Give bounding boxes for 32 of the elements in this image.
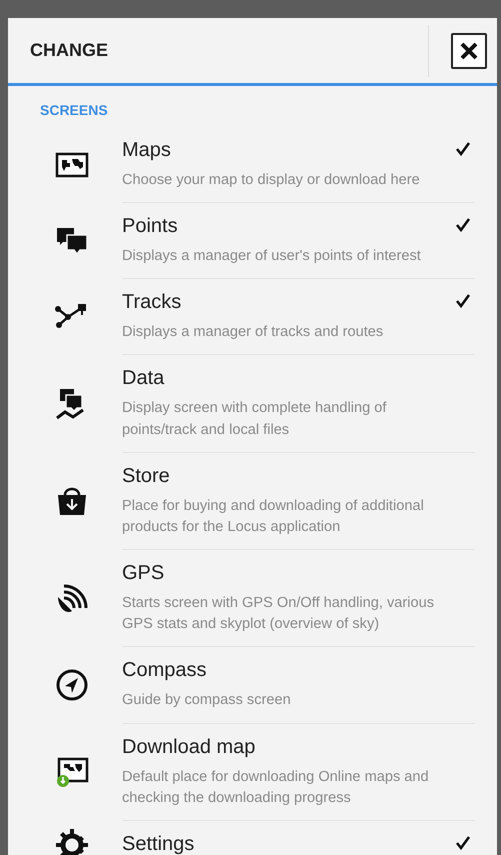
item-title: Download map — [122, 734, 256, 760]
item-title: Compass — [122, 658, 208, 684]
screen-menu-item[interactable]: Points Displays a manager of user's points of interest — [8, 203, 497, 280]
screen-menu-item[interactable]: Maps Choose your map to display or download here — [8, 127, 497, 204]
screen-menu-item[interactable]: GPS Starts screen with GPS On/Off handling, various GPS stats and skyplot (overview of sky) — [8, 550, 497, 648]
screen-menu-item[interactable]: Store Place for buying and downloading of additional products for the Locus application — [8, 452, 497, 550]
item-title: Settings — [122, 832, 196, 855]
item-title: Tracks — [122, 290, 182, 316]
item-title: GPS — [122, 561, 166, 586]
item-title: Data — [122, 366, 166, 392]
item-description: Place for buying and downloading of additional products for the Locus application — [122, 496, 425, 537]
item-description: Displays a manager of user's points of interest — [122, 247, 422, 266]
close-button[interactable] — [451, 32, 487, 68]
close-icon — [459, 40, 479, 60]
item-description: Choose your map to display or download here — [122, 171, 421, 190]
screen-menu-item[interactable]: Tracks Displays a manager of tracks and routes — [8, 279, 497, 356]
section-header: SCREENS — [39, 101, 109, 120]
item-title: Maps — [122, 138, 172, 163]
gear-icon — [54, 826, 90, 855]
item-title: Store — [122, 464, 171, 489]
item-description: Guide by compass screen — [122, 691, 292, 710]
item-description: Displays a manager of tracks and routes — [122, 323, 384, 342]
compass-icon — [54, 667, 90, 704]
screen-menu-item[interactable]: Download map Default place for downloading Online maps and checking the downloading progress — [8, 724, 497, 821]
item-description: Starts screen with GPS On/Off handling, various GPS stats and skyplot (overview of sky) — [122, 594, 436, 634]
item-title: Points — [122, 214, 179, 240]
dialog-title: CHANGE — [29, 39, 110, 62]
item-description: Default place for downloading Online maps and checking the downloading progress — [122, 768, 430, 808]
screen-menu-item[interactable]: Compass Guide by compass screen — [8, 647, 497, 724]
screen-menu-item[interactable]: Settings — [8, 820, 497, 855]
screen-menu-item[interactable]: Data Display screen with complete handling of points/track and local files — [8, 355, 497, 453]
item-description: Display screen with complete handling of points/track and local files — [122, 399, 388, 440]
